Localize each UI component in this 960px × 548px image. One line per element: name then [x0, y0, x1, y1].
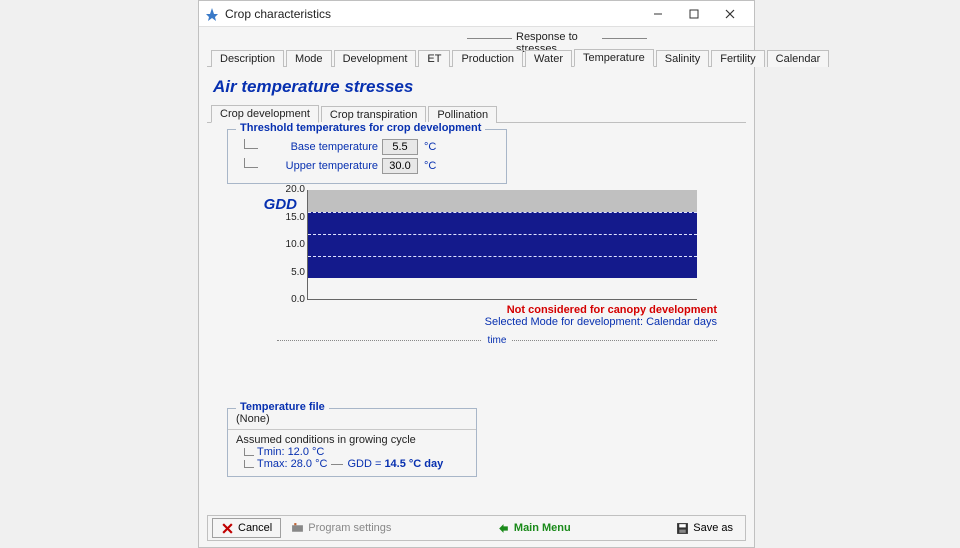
settings-icon — [291, 522, 304, 535]
time-axis: time — [277, 340, 717, 353]
upper-temp-label: Upper temperature — [262, 160, 382, 172]
main-menu-label: Main Menu — [514, 522, 571, 534]
ytick-0: 0.0 — [277, 294, 305, 305]
base-temp-input[interactable]: 5.5 — [382, 139, 418, 155]
tmax-row: Tmax: 28.0 °C GDD = 14.5 °C day — [244, 458, 468, 470]
band-upper — [308, 190, 697, 212]
temperature-file-panel: Temperature file (None) Assumed conditio… — [227, 408, 477, 477]
response-to-stresses-group: Response to stresses — [467, 31, 647, 45]
band-gdd — [308, 212, 697, 278]
window-title: Crop characteristics — [225, 7, 640, 21]
ytick-5: 5.0 — [277, 267, 305, 278]
tab-development[interactable]: Development — [334, 50, 417, 67]
assumed-label: Assumed conditions in growing cycle — [236, 434, 468, 446]
base-temp-label: Base temperature — [262, 141, 382, 153]
plot-area — [307, 190, 697, 300]
save-icon — [676, 522, 689, 535]
main-tabs: DescriptionModeDevelopmentETProductionWa… — [207, 47, 746, 67]
tab-temperature[interactable]: Temperature — [574, 49, 654, 67]
gridline-10 — [308, 234, 697, 235]
chart-warning: Not considered for canopy development Se… — [485, 304, 717, 328]
warning-red: Not considered for canopy development — [485, 304, 717, 316]
main-menu-button[interactable]: Main Menu — [489, 518, 579, 538]
program-settings-button[interactable]: Program settings — [283, 518, 399, 538]
base-temp-unit: °C — [424, 141, 436, 153]
minimize-button[interactable] — [640, 2, 676, 26]
tab-salinity[interactable]: Salinity — [656, 50, 709, 67]
tab-production[interactable]: Production — [452, 50, 523, 67]
ytick-15: 15.0 — [277, 212, 305, 223]
subtab-crop-transpiration[interactable]: Crop transpiration — [321, 106, 426, 123]
gdd-result: 14.5 °C day — [384, 458, 443, 470]
gridline-5 — [308, 256, 697, 257]
sub-tabs: Crop developmentCrop transpirationPollin… — [207, 103, 746, 123]
save-as-label: Save as — [693, 522, 733, 534]
tab-description[interactable]: Description — [211, 50, 284, 67]
gridline-15 — [308, 212, 697, 213]
save-as-button[interactable]: Save as — [668, 518, 741, 538]
close-button[interactable] — [712, 2, 748, 26]
time-axis-label: time — [482, 335, 513, 346]
bottom-toolbar: Cancel Program settings Main Menu Save a… — [207, 515, 746, 541]
subtab-crop-development[interactable]: Crop development — [211, 105, 319, 123]
app-icon — [205, 7, 219, 21]
tempfile-value: (None) — [236, 413, 468, 425]
titlebar: Crop characteristics — [199, 1, 754, 27]
ytick-20: 20.0 — [277, 184, 305, 195]
page-title: Air temperature stresses — [213, 77, 746, 97]
warning-blue: Selected Mode for development: Calendar … — [485, 316, 717, 328]
upper-temp-unit: °C — [424, 160, 436, 172]
main-menu-icon — [497, 522, 510, 535]
tmin-row: Tmin: 12.0 °C — [244, 446, 468, 458]
ytick-10: 10.0 — [277, 239, 305, 250]
tab-et[interactable]: ET — [418, 50, 450, 67]
gdd-chart: GDD Not considered for canopy developmen… — [227, 190, 746, 360]
tab-fertility[interactable]: Fertility — [711, 50, 764, 67]
program-settings-label: Program settings — [308, 522, 391, 534]
maximize-button[interactable] — [676, 2, 712, 26]
subtab-pollination[interactable]: Pollination — [428, 106, 497, 123]
cancel-label: Cancel — [238, 522, 272, 534]
tab-water[interactable]: Water — [525, 50, 572, 67]
cancel-icon — [221, 522, 234, 535]
tab-calendar[interactable]: Calendar — [767, 50, 830, 67]
threshold-legend: Threshold temperatures for crop developm… — [236, 122, 485, 134]
threshold-fieldset: Threshold temperatures for crop developm… — [227, 129, 507, 184]
tempfile-legend: Temperature file — [236, 401, 329, 413]
upper-temp-input[interactable]: 30.0 — [382, 158, 418, 174]
crop-characteristics-window: Crop characteristics Response to stresse… — [198, 0, 755, 548]
cancel-button[interactable]: Cancel — [212, 518, 281, 538]
tab-mode[interactable]: Mode — [286, 50, 332, 67]
